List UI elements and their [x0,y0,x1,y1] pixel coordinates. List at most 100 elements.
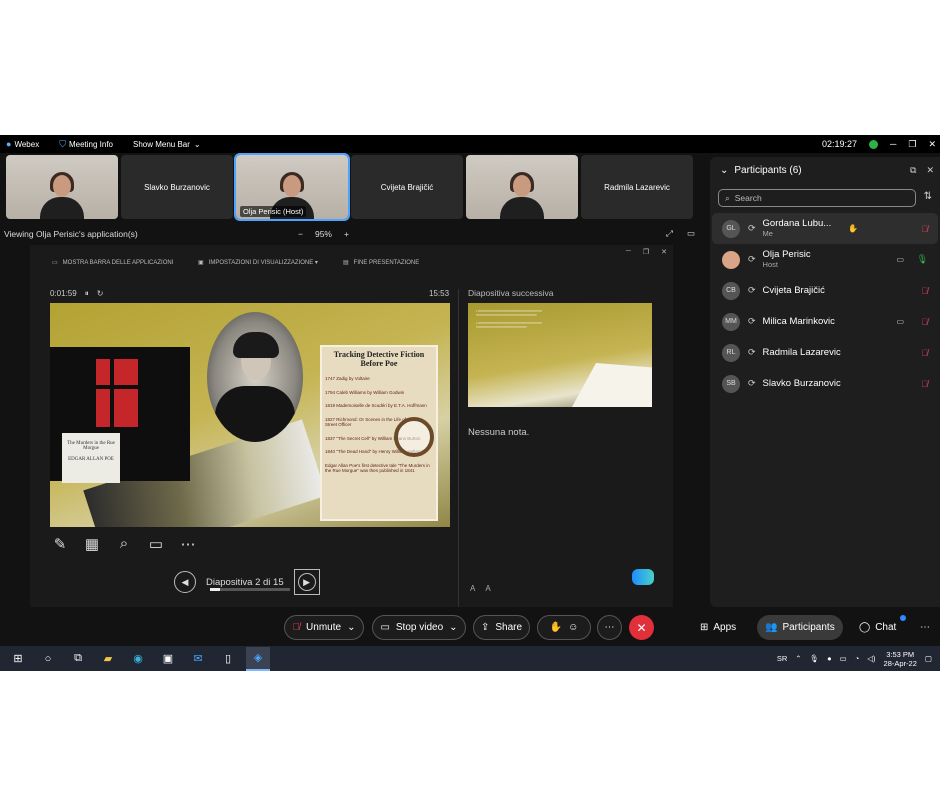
windows-taskbar: ⊞ ○ ⧉ ▰ ◉ ▣ ✉ ▯ ◈ SR ⌃ 🎙 ● ▭ ◔ ◁) 3:53 P… [0,646,940,671]
participant-row[interactable]: RL ⟳ Radmila Lazarevic 🎙̸ [712,337,938,368]
search-icon[interactable]: ○ [36,647,60,671]
zoom-out-button[interactable]: − [298,229,303,239]
video-thumbnail[interactable] [466,155,578,219]
mic-muted-icon[interactable]: 🎙̸ [921,224,928,234]
task-view-icon[interactable]: ⧉ [66,647,90,671]
chat-button[interactable]: ◯ Chat [851,615,904,640]
avatar: RL [722,343,740,362]
minimize-icon[interactable]: ─ [890,139,896,149]
pen-icon[interactable]: ✎ [50,535,70,553]
participant-row[interactable]: MM ⟳ Milica Marinkovic ▭ 🎙̸ [712,306,938,337]
pause-icon[interactable]: ⏸ [85,289,89,299]
black-screen-icon[interactable]: ▭ [146,535,166,553]
mic-muted-icon[interactable]: 🎙̸ [921,348,928,358]
webex-taskbar-icon[interactable]: ◈ [246,646,270,671]
mail-icon[interactable]: ✉ [186,647,210,671]
more-options-button[interactable]: ⋯ [912,615,938,640]
avatar: CB [722,281,740,300]
popout-icon[interactable]: ⧉ [910,165,916,176]
chevron-down-icon[interactable]: ⌄ [720,165,728,176]
participant-row[interactable]: SB ⟳ Slavko Burzanovic 🎙̸ [712,368,938,399]
more-icon: ⋯ [604,622,615,633]
sync-icon: ⟳ [748,254,756,264]
remote-control-icon[interactable]: ▭ [687,228,695,239]
display-settings-button[interactable]: ▣ IMPOSTAZIONI DI VISUALIZZAZIONE ▾ [198,259,318,266]
sync-icon: ⟳ [748,223,756,233]
zoom-search-icon[interactable]: ⌕ [114,535,134,553]
restore-icon[interactable]: ❐ [908,139,916,150]
connection-status-icon [868,139,878,149]
video-thumbnail[interactable]: Slavko Burzanovic [121,155,233,219]
store-icon[interactable]: ▣ [156,647,180,671]
document-icon[interactable]: ▯ [216,647,240,671]
chat-icon: ◯ [859,622,871,633]
mic-muted-icon[interactable]: 🎙̸ [921,286,928,296]
next-slide-button[interactable]: ▶ [293,569,320,595]
chevron-up-icon[interactable]: ⌃ [795,654,801,663]
start-icon[interactable]: ⊞ [6,647,30,671]
mic-muted-icon[interactable]: 🎙̸ [921,317,928,327]
system-clock[interactable]: 3:53 PM 28-Apr-22 [884,650,917,668]
participants-button[interactable]: 👥 Participants [757,615,843,640]
restart-icon[interactable]: ↻ [97,289,104,299]
display-icon: ▣ [198,260,204,266]
all-slides-icon[interactable]: ▦ [82,535,102,553]
unmute-button[interactable]: 🎙̸ Unmute ⌄ [284,615,364,640]
share-button[interactable]: ⇪ Share [473,615,530,640]
webex-menu[interactable]: ● Webex [6,139,39,149]
apps-button[interactable]: ⊞ Apps [692,615,744,640]
mic-muted-icon[interactable]: 🎙̸ [921,379,928,389]
chevron-right-icon: ▶ [297,573,316,591]
video-thumbnail[interactable]: Cvijeta Brajičić [351,155,463,219]
restore-icon[interactable]: ❐ [643,248,649,256]
minimize-icon[interactable]: ─ [626,248,631,256]
chevron-down-icon: ⌄ [347,622,356,633]
next-slide-preview[interactable]: ▪ ━━━━━━━━━━━━━━━━━━━━━━━━━━━━━━━━━━━━━━… [468,303,652,407]
participant-search-input[interactable]: ⌕ Search [718,189,916,207]
search-icon: ⌕ [725,192,730,203]
video-thumbnail-active[interactable]: Olja Perisic (Host) [234,153,350,221]
mic-on-icon[interactable]: 🎙 [917,254,928,265]
zoom-in-button[interactable]: + [344,229,349,239]
volume-icon[interactable]: ◁) [867,654,875,663]
sort-icon[interactable]: ⇅ [924,191,932,202]
title-bar: ● Webex ⛉ Meeting Info Show Menu Bar ⌄ 02:1… [0,135,940,153]
notifications-icon[interactable]: ▢ [925,654,932,663]
timeline-poster: Tracking Detective Fiction Before Poe 17… [320,345,438,521]
previous-slide-button[interactable]: ◀ [174,571,196,593]
raise-hand-icon[interactable]: ✋ [550,622,562,633]
stop-video-button[interactable]: ▭ Stop video ⌄ [372,615,466,640]
participant-row[interactable]: CB ⟳ Cvijeta Brajičić 🎙̸ [712,275,938,306]
participant-row[interactable]: GL ⟳ Gordana Lubu... Me ✋ 🎙̸ [712,213,938,244]
meeting-controls: 🎙̸ Unmute ⌄ ▭ Stop video ⌄ ⇪ Share ✋ ☺ ⋯ ✕ ⊞ Ap… [0,610,940,646]
end-call-button[interactable]: ✕ [629,615,654,640]
close-icon[interactable]: ✕ [928,139,936,150]
video-thumbnail[interactable]: Radmila Lazarevic [581,155,693,219]
video-thumbnail[interactable] [6,155,118,219]
close-icon[interactable]: ✕ [661,248,667,256]
sync-icon: ⟳ [748,347,756,357]
file-explorer-icon[interactable]: ▰ [96,647,120,671]
reaction-smile-icon[interactable]: ☺ [568,622,578,633]
end-presentation-button[interactable]: ▤ FINE PRESENTAZIONE [343,259,419,267]
participants-panel: ⌄ Participants (6) ⧉ ✕ ⌕ Search ⇅ GL ⟳ Gord… [710,157,940,607]
taskbar-icon: ▭ [52,260,58,266]
meeting-info-button[interactable]: ⛉ Meeting Info [59,139,113,150]
annotate-icon[interactable]: ⤢ [666,228,673,239]
close-icon[interactable]: ✕ [926,165,934,176]
chat-notification-badge [900,615,906,621]
video-camera-icon: ▭ [380,622,390,633]
participant-row[interactable]: ⟳ Olja Perisic Host ▭ 🎙 [712,244,938,275]
end-show-icon: ▤ [343,260,349,266]
font-decrease-icon[interactable]: A [485,584,490,593]
edge-icon[interactable]: ◉ [126,647,150,671]
participants-icon: 👥 [765,622,778,633]
more-options-icon[interactable]: ⋯ [178,535,198,553]
slide-counter: Diapositiva 2 di 15 [206,576,284,588]
slide-progress-bar [210,588,290,591]
slide-navigation: ◀ Diapositiva 2 di 15 ▶ [174,569,320,595]
more-options-button[interactable]: ⋯ [597,615,622,640]
show-menu-bar-button[interactable]: Show Menu Bar ⌄ [133,140,201,149]
font-increase-icon[interactable]: A [470,584,475,593]
show-taskbar-button[interactable]: ▭ MOSTRA BARRA DELLE APPLICAZIONI [52,259,173,267]
